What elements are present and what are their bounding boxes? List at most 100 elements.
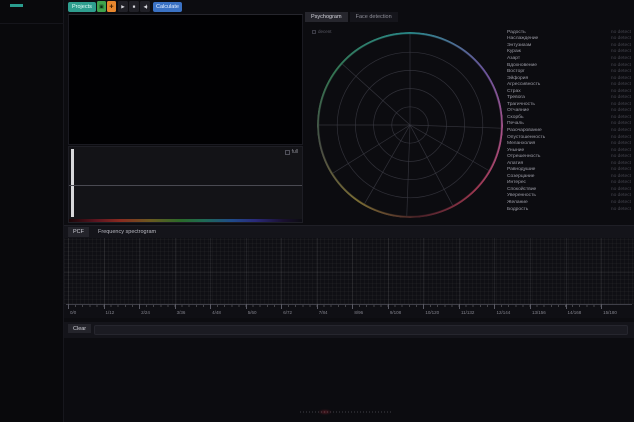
psychogram-grid	[317, 32, 503, 218]
emotion-value: no detect	[611, 135, 631, 140]
sidebar-divider	[0, 23, 64, 24]
psychogram-spoke	[342, 64, 410, 125]
emotion-value: no detect	[611, 49, 631, 54]
spectrogram-panel: 0/01/122/243/364/485/606/727/848/969/108…	[64, 238, 634, 318]
grid-major-vertical	[566, 238, 567, 304]
full-option[interactable]: full	[285, 149, 298, 155]
grid-major-vertical	[104, 238, 105, 304]
grid-major-vertical	[352, 238, 353, 304]
emotion-value: no detect	[611, 95, 631, 100]
emotion-label: Опустошенность	[507, 135, 545, 140]
axis-tick	[246, 304, 247, 309]
tab-face-detection[interactable]: Face detection	[350, 12, 398, 22]
grid-major-vertical	[281, 238, 282, 304]
full-checkbox[interactable]	[285, 150, 290, 155]
emotion-label: Отрешенность	[507, 154, 540, 159]
axis-tick-label: 13/156	[532, 310, 546, 315]
footer-artifact-text	[300, 411, 392, 413]
grid-major-vertical	[423, 238, 424, 304]
axis-tick	[139, 304, 140, 309]
emotion-value: no detect	[611, 115, 631, 120]
axis-tick	[68, 304, 69, 309]
emotion-value: no detect	[611, 128, 631, 133]
emotion-value: no detect	[611, 43, 631, 48]
emotion-value: no detect	[611, 69, 631, 74]
video-display	[68, 14, 303, 145]
emotion-label: Желание	[507, 200, 528, 205]
play-button[interactable]: ▶	[118, 1, 128, 12]
waveform-baseline	[69, 185, 302, 186]
orange-tool-icon: ✚	[109, 4, 113, 10]
tab-frequency-spectrogram[interactable]: Frequency spectrogram	[93, 227, 161, 237]
waveform-panel: full	[68, 146, 303, 223]
axis-tick-label: 11/132	[461, 310, 474, 315]
psychogram-spoke	[410, 125, 501, 128]
tab-pcf[interactable]: PCF	[68, 227, 89, 237]
emotion-label: Равнодушие	[507, 167, 535, 172]
axis-tick	[317, 304, 318, 309]
emotion-value: no detect	[611, 148, 631, 153]
projects-button[interactable]: Projects	[68, 2, 96, 12]
emotion-label: Апатия	[507, 161, 523, 166]
green-tool-button[interactable]: ▣	[97, 1, 106, 12]
sound-button[interactable]: ◀)	[140, 1, 150, 12]
emotion-label: Агрессивность	[507, 82, 540, 87]
emotion-label: Эйфория	[507, 76, 528, 81]
axis-tick	[566, 304, 567, 309]
axis-tick-label: 0/0	[70, 310, 76, 315]
axis-tick	[530, 304, 531, 309]
emotion-label: Страх	[507, 89, 521, 94]
emotion-value: no detect	[611, 141, 631, 146]
emotion-value: no detect	[611, 30, 631, 35]
psychogram-chart	[317, 32, 503, 218]
axis-tick	[423, 304, 424, 309]
axis-tick-label: 4/48	[212, 310, 221, 315]
stop-icon: ■	[133, 4, 136, 9]
emotion-value: no detect	[611, 102, 631, 107]
emotion-label: Уныние	[507, 148, 524, 153]
emotion-label: Бодрость	[507, 207, 528, 212]
axis-tick	[601, 304, 602, 309]
emotion-value: no detect	[611, 76, 631, 81]
grid-major-vertical	[317, 238, 318, 304]
emotion-label: Печаль	[507, 121, 524, 126]
axis-tick-label: 6/72	[283, 310, 292, 315]
emotion-label: Энтузиазм	[507, 43, 531, 48]
psychogram-option-checkbox[interactable]	[312, 30, 316, 34]
emotion-label: Трагичность	[507, 102, 535, 107]
grid-major-vertical	[175, 238, 176, 304]
axis-tick	[459, 304, 460, 309]
grid-major-vertical	[210, 238, 211, 304]
clear-button[interactable]: Clear	[68, 324, 91, 333]
emotion-value: no detect	[611, 56, 631, 61]
grid-major-vertical	[601, 238, 602, 304]
emotion-value: no detect	[611, 200, 631, 205]
axis-tick	[175, 304, 176, 309]
emotion-label: Спокойствие	[507, 187, 536, 192]
psychogram-spoke	[365, 125, 411, 204]
axis-tick-label: 2/24	[141, 310, 150, 315]
emotion-label: Созерцание	[507, 174, 535, 179]
calculate-button[interactable]: Calculate	[153, 2, 182, 12]
tab-psychogram[interactable]: Psychogram	[305, 12, 348, 22]
emotion-label: Отчаяние	[507, 108, 529, 113]
axis-minor-ticks	[68, 305, 601, 307]
emotion-value: no detect	[611, 180, 631, 185]
emotion-label: Разочарование	[507, 128, 542, 133]
right-tab-bar: Psychogram Face detection	[305, 12, 398, 22]
stop-button[interactable]: ■	[129, 1, 139, 12]
axis-tick-label: 9/108	[390, 310, 401, 315]
emotion-label: Тревога	[507, 95, 525, 100]
emotion-row: Бодростьno detect	[507, 206, 631, 213]
window-title-dash	[10, 4, 23, 7]
emotion-value: no detect	[611, 63, 631, 68]
axis-tick-label: 14/168	[568, 310, 582, 315]
axis-tick	[210, 304, 211, 309]
emotion-label: Наслаждение	[507, 36, 538, 41]
full-label: full	[292, 149, 298, 155]
clear-input-field[interactable]	[94, 325, 628, 335]
orange-tool-button[interactable]: ✚	[107, 1, 116, 12]
psychogram-spoke	[333, 125, 410, 173]
sidebar	[0, 0, 64, 422]
emotion-value: no detect	[611, 36, 631, 41]
